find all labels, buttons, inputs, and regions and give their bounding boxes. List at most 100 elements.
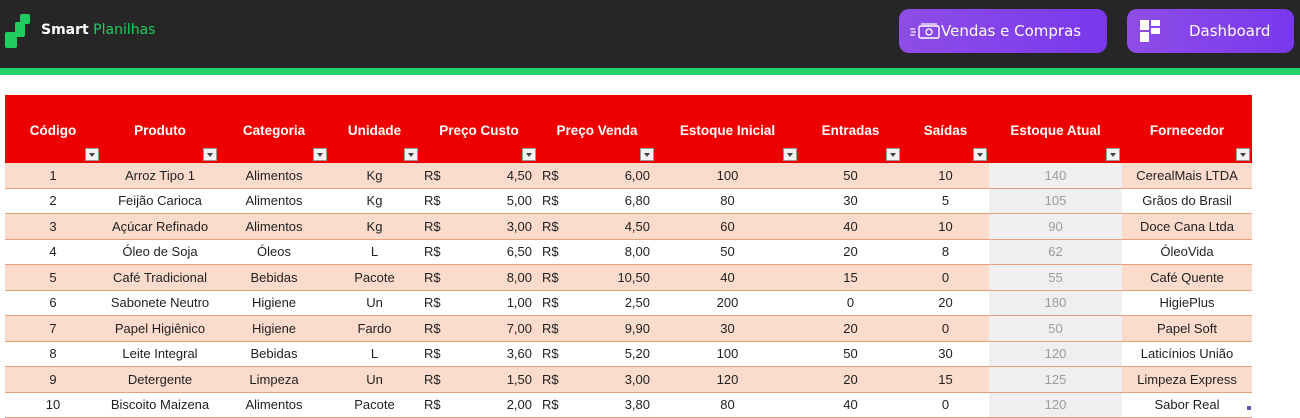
cell-entradas[interactable]: 40 xyxy=(799,213,902,240)
vendas-compras-button[interactable]: Vendas e Compras xyxy=(899,9,1107,53)
cell-preco-venda[interactable]: R$ 9,90 xyxy=(538,315,656,342)
cell-preco-custo[interactable]: R$ 6,50 xyxy=(420,239,538,265)
table-row[interactable]: 4 Óleo de Soja Óleos L R$ 6,50 R$ 8,00 50 20 8 62 Ól… xyxy=(5,239,1252,265)
cell-fornecedor[interactable]: Grãos do Brasil xyxy=(1122,188,1252,214)
filter-dropdown-button[interactable] xyxy=(522,148,536,161)
cell-preco-custo[interactable]: R$ 8,00 xyxy=(420,264,538,291)
cell-produto[interactable]: Açúcar Refinado xyxy=(101,213,219,240)
cell-produto[interactable]: Feijão Carioca xyxy=(101,188,219,214)
cell-fornecedor[interactable]: Laticínios União xyxy=(1122,341,1252,367)
cell-fornecedor[interactable]: ÓleoVida xyxy=(1122,239,1252,265)
cell-saidas[interactable]: 20 xyxy=(902,290,989,316)
cell-unidade[interactable]: Un xyxy=(329,366,420,393)
cell-fornecedor[interactable]: Café Quente xyxy=(1122,264,1252,291)
filter-dropdown-button[interactable] xyxy=(973,148,987,161)
table-row[interactable]: 5 Café Tradicional Bebidas Pacote R$ 8,00 R$ 10… xyxy=(5,264,1252,291)
table-row[interactable]: 10 Biscoito Maizena Alimentos Pacote R$ 2,00 R… xyxy=(5,392,1252,418)
cell-produto[interactable]: Óleo de Soja xyxy=(101,239,219,265)
cell-preco-venda[interactable]: R$ 3,00 xyxy=(538,366,656,393)
cell-estoque-inicial[interactable]: 60 xyxy=(656,213,799,240)
cell-categoria[interactable]: Limpeza xyxy=(219,366,329,393)
filter-dropdown-button[interactable] xyxy=(783,148,797,161)
cell-categoria[interactable]: Bebidas xyxy=(219,264,329,291)
cell-estoque-atual[interactable]: 120 xyxy=(989,341,1122,367)
cell-unidade[interactable]: L xyxy=(329,341,420,367)
table-row[interactable]: 9 Detergente Limpeza Un R$ 1,50 R$ 3,00 120 20 15 1… xyxy=(5,366,1252,393)
cell-fornecedor[interactable]: Papel Soft xyxy=(1122,315,1252,342)
cell-categoria[interactable]: Óleos xyxy=(219,239,329,265)
cell-saidas[interactable]: 0 xyxy=(902,315,989,342)
cell-produto[interactable]: Leite Integral xyxy=(101,341,219,367)
filter-dropdown-button[interactable] xyxy=(1236,148,1250,161)
cell-entradas[interactable]: 50 xyxy=(799,163,902,189)
cell-preco-venda[interactable]: R$ 5,20 xyxy=(538,341,656,367)
cell-preco-custo[interactable]: R$ 5,00 xyxy=(420,188,538,214)
cell-entradas[interactable]: 30 xyxy=(799,188,902,214)
cell-fornecedor[interactable]: HigiePlus xyxy=(1122,290,1252,316)
cell-estoque-atual[interactable]: 140 xyxy=(989,163,1122,189)
cell-preco-venda[interactable]: R$ 8,00 xyxy=(538,239,656,265)
cell-estoque-inicial[interactable]: 200 xyxy=(656,290,799,316)
cell-preco-custo[interactable]: R$ 2,00 xyxy=(420,392,538,418)
cell-codigo[interactable]: 7 xyxy=(5,315,101,342)
cell-codigo[interactable]: 5 xyxy=(5,264,101,291)
cell-categoria[interactable]: Alimentos xyxy=(219,213,329,240)
cell-categoria[interactable]: Higiene xyxy=(219,315,329,342)
cell-entradas[interactable]: 20 xyxy=(799,315,902,342)
cell-entradas[interactable]: 0 xyxy=(799,290,902,316)
cell-estoque-inicial[interactable]: 50 xyxy=(656,239,799,265)
table-row[interactable]: 3 Açúcar Refinado Alimentos Kg R$ 3,00 R$ 4,50 6… xyxy=(5,213,1252,240)
cell-produto[interactable]: Detergente xyxy=(101,366,219,393)
cell-codigo[interactable]: 3 xyxy=(5,213,101,240)
cell-fornecedor[interactable]: Limpeza Express xyxy=(1122,366,1252,393)
cell-entradas[interactable]: 20 xyxy=(799,366,902,393)
cell-unidade[interactable]: Kg xyxy=(329,163,420,189)
cell-saidas[interactable]: 30 xyxy=(902,341,989,367)
cell-entradas[interactable]: 20 xyxy=(799,239,902,265)
cell-estoque-inicial[interactable]: 80 xyxy=(656,188,799,214)
cell-produto[interactable]: Papel Higiênico xyxy=(101,315,219,342)
cell-preco-venda[interactable]: R$ 6,00 xyxy=(538,163,656,189)
cell-produto[interactable]: Sabonete Neutro xyxy=(101,290,219,316)
cell-codigo[interactable]: 4 xyxy=(5,239,101,265)
cell-preco-custo[interactable]: R$ 3,00 xyxy=(420,213,538,240)
cell-estoque-atual[interactable]: 62 xyxy=(989,239,1122,265)
cell-unidade[interactable]: Kg xyxy=(329,188,420,214)
cell-unidade[interactable]: L xyxy=(329,239,420,265)
cell-estoque-inicial[interactable]: 100 xyxy=(656,163,799,189)
cell-categoria[interactable]: Alimentos xyxy=(219,188,329,214)
cell-categoria[interactable]: Alimentos xyxy=(219,392,329,418)
cell-produto[interactable]: Arroz Tipo 1 xyxy=(101,163,219,189)
filter-dropdown-button[interactable] xyxy=(640,148,654,161)
table-row[interactable]: 8 Leite Integral Bebidas L R$ 3,60 R$ 5,20 100 50… xyxy=(5,341,1252,367)
cell-saidas[interactable]: 10 xyxy=(902,163,989,189)
cell-estoque-atual[interactable]: 50 xyxy=(989,315,1122,342)
table-row[interactable]: 7 Papel Higiênico Higiene Fardo R$ 7,00 R$ 9,90… xyxy=(5,315,1252,342)
filter-dropdown-button[interactable] xyxy=(404,148,418,161)
filter-dropdown-button[interactable] xyxy=(886,148,900,161)
cell-estoque-inicial[interactable]: 30 xyxy=(656,315,799,342)
cell-saidas[interactable]: 0 xyxy=(902,392,989,418)
cell-entradas[interactable]: 15 xyxy=(799,264,902,291)
cell-entradas[interactable]: 40 xyxy=(799,392,902,418)
dashboard-button[interactable]: Dashboard xyxy=(1127,9,1294,53)
cell-unidade[interactable]: Un xyxy=(329,290,420,316)
cell-fornecedor[interactable]: CerealMais LTDA xyxy=(1122,163,1252,189)
table-row[interactable]: 2 Feijão Carioca Alimentos Kg R$ 5,00 R$ 6,80 80… xyxy=(5,188,1252,214)
cell-categoria[interactable]: Bebidas xyxy=(219,341,329,367)
cell-preco-custo[interactable]: R$ 4,50 xyxy=(420,163,538,189)
cell-estoque-atual[interactable]: 90 xyxy=(989,213,1122,240)
table-resize-handle[interactable] xyxy=(1247,406,1251,410)
cell-preco-venda[interactable]: R$ 2,50 xyxy=(538,290,656,316)
filter-dropdown-button[interactable] xyxy=(85,148,99,161)
cell-codigo[interactable]: 9 xyxy=(5,366,101,393)
filter-dropdown-button[interactable] xyxy=(1106,148,1120,161)
filter-dropdown-button[interactable] xyxy=(313,148,327,161)
cell-preco-custo[interactable]: R$ 7,00 xyxy=(420,315,538,342)
cell-produto[interactable]: Biscoito Maizena xyxy=(101,392,219,418)
cell-codigo[interactable]: 10 xyxy=(5,392,101,418)
table-row[interactable]: 1 Arroz Tipo 1 Alimentos Kg R$ 4,50 R$ 6,00 100 5… xyxy=(5,163,1252,189)
cell-fornecedor[interactable]: Doce Cana Ltda xyxy=(1122,213,1252,240)
cell-preco-venda[interactable]: R$ 3,80 xyxy=(538,392,656,418)
cell-codigo[interactable]: 2 xyxy=(5,188,101,214)
